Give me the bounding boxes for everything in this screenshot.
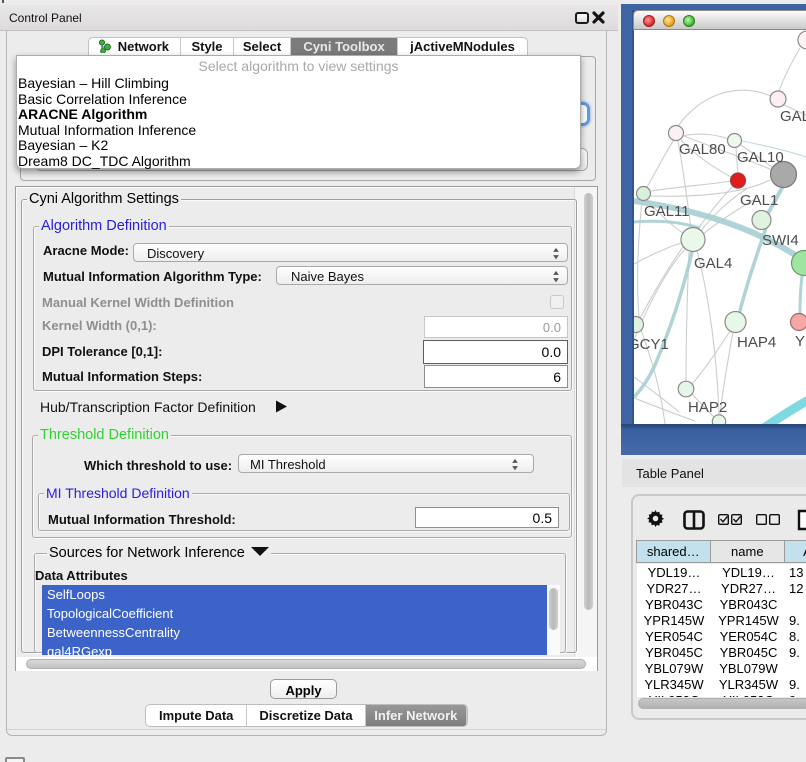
svg-text:GCY1: GCY1 xyxy=(634,336,669,353)
svg-text:GAL11: GAL11 xyxy=(644,203,690,220)
svg-text:HAP2: HAP2 xyxy=(688,399,727,416)
svg-text:GAL4: GAL4 xyxy=(694,255,732,272)
svg-text:GAL1: GAL1 xyxy=(740,192,778,209)
svg-text:GAL80: GAL80 xyxy=(679,141,726,158)
svg-text:GAL7: GAL7 xyxy=(780,108,806,125)
svg-text:SWI4: SWI4 xyxy=(762,232,799,249)
svg-text:Y: Y xyxy=(795,333,805,350)
svg-text:GAL10: GAL10 xyxy=(737,149,784,166)
svg-text:HAP4: HAP4 xyxy=(737,334,776,351)
